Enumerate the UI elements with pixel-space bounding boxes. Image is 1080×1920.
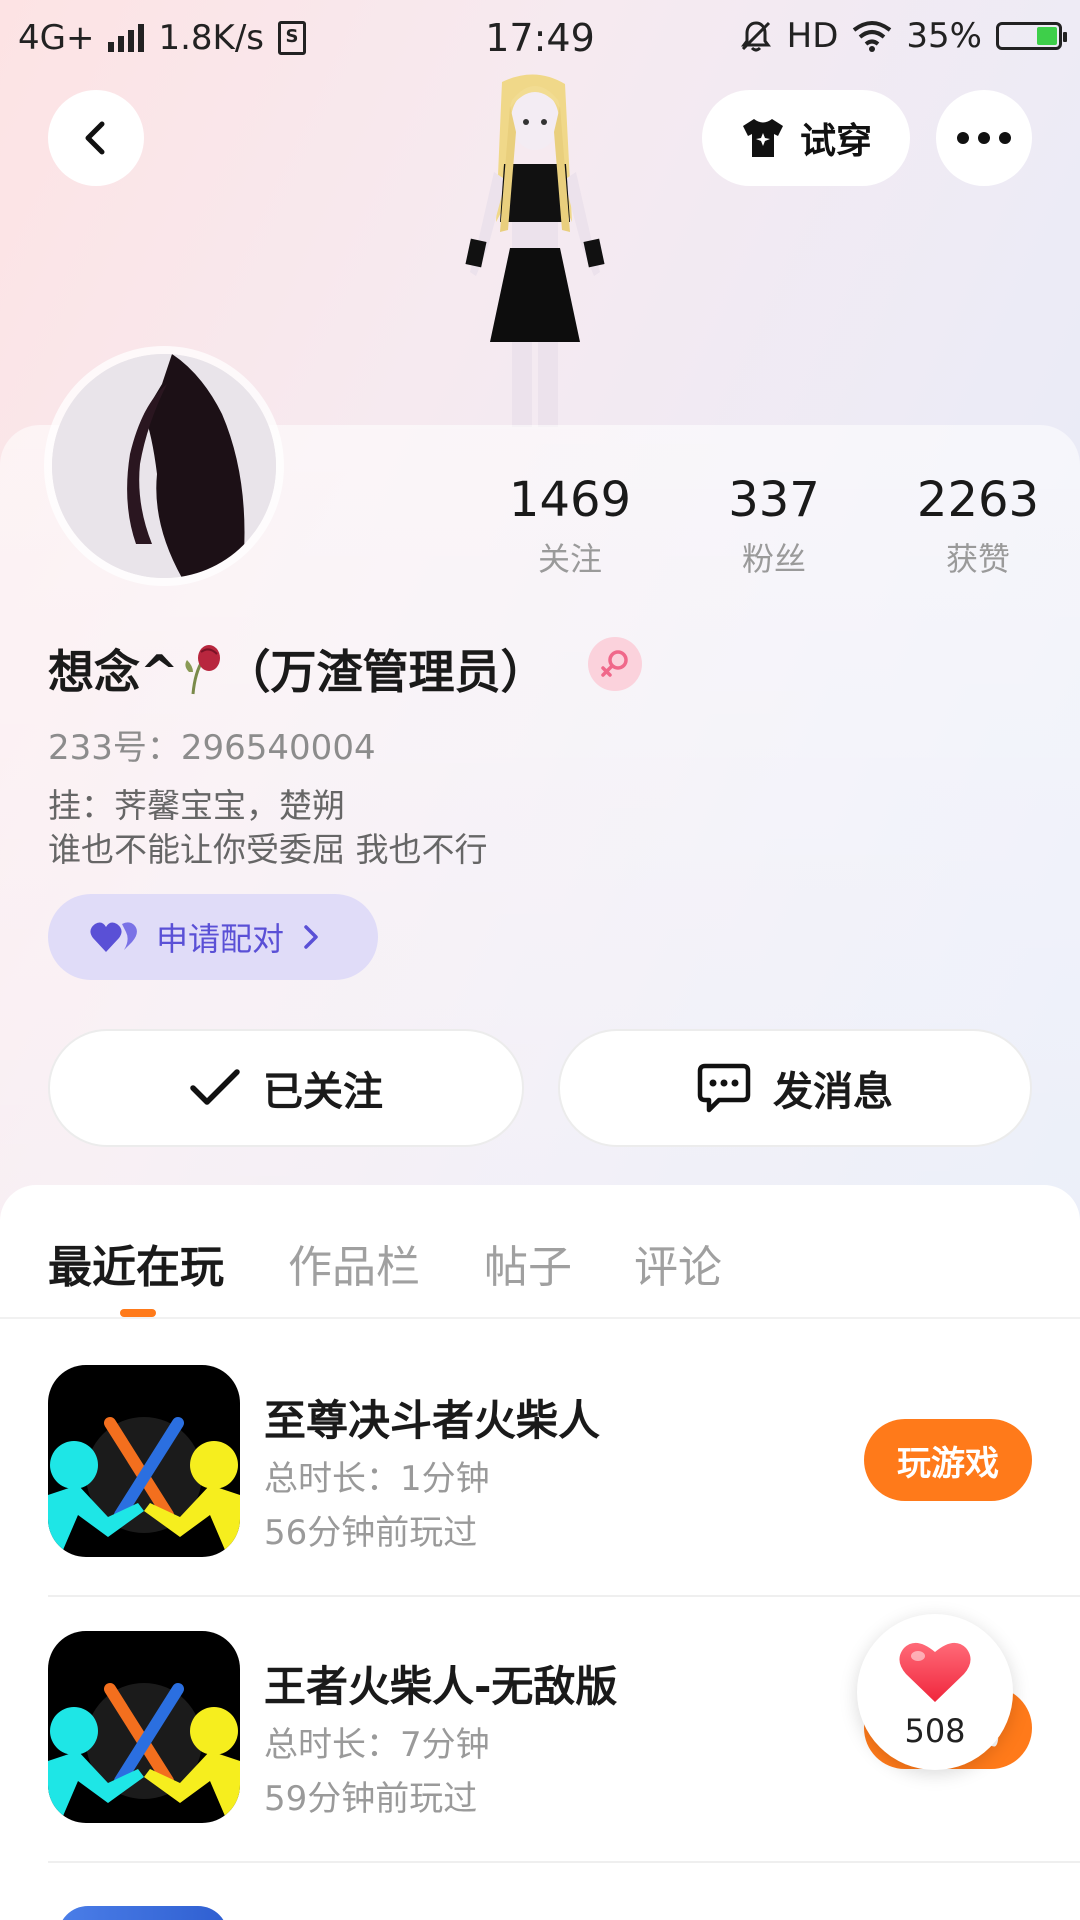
game-icon[interactable] (48, 1365, 240, 1557)
chevron-right-icon (304, 925, 318, 949)
battery-icon (996, 22, 1067, 50)
tshirt-icon (742, 119, 783, 157)
more-dots-icon (957, 132, 1011, 144)
bio-line: 挂：荠馨宝宝，楚朔 (48, 786, 345, 825)
game-title: 至尊决斗者火柴人 (264, 1396, 601, 1445)
game-last-played: 56分钟前玩过 (264, 1513, 478, 1553)
more-button[interactable] (936, 90, 1032, 186)
nickname: 想念^ （万渣管理员） (48, 636, 547, 702)
followed-label: 已关注 (263, 1069, 383, 1115)
content-panel: 最近在玩 作品栏 帖子 评论 至尊决斗者火柴人 总时长：1分钟 56分钟前玩过 … (0, 1185, 1080, 1920)
try-on-label: 试穿 (799, 121, 872, 162)
followed-button[interactable]: 已关注 (48, 1029, 524, 1147)
game-duration: 总时长：1分钟 (264, 1459, 490, 1499)
gender-badge (588, 637, 642, 691)
heart-icon (899, 1642, 971, 1702)
game-row[interactable]: 至尊决斗者火柴人 总时长：1分钟 56分钟前玩过 玩游戏 (48, 1365, 1080, 1631)
profile-screen: 4G+ 1.8K/s S 17:49 HD 35% 试穿 1469 关注 337… (0, 0, 1080, 1920)
stat-followers[interactable]: 337 粉丝 (674, 472, 874, 580)
mute-bell-icon (740, 21, 771, 52)
stat-label: 关注 (537, 540, 602, 578)
chat-bubble-icon (697, 1063, 751, 1113)
nickname-suffix: （万渣管理员） (224, 645, 547, 699)
user-id: 233号：296540004 (48, 728, 376, 768)
tab-comments[interactable]: 评论 (634, 1231, 722, 1295)
send-message-label: 发消息 (773, 1069, 893, 1115)
game-title: 王者火柴人-无敌版 (264, 1662, 618, 1711)
stat-value: 2263 (916, 472, 1040, 528)
send-message-button[interactable]: 发消息 (558, 1029, 1032, 1147)
stat-value: 1469 (508, 472, 632, 528)
back-button[interactable] (48, 90, 144, 186)
bio: 挂：荠馨宝宝，楚朔 谁也不能让你受委屈 我也不行 (48, 784, 488, 872)
stat-likes[interactable]: 2263 获赞 (878, 472, 1078, 580)
stat-label: 获赞 (945, 540, 1010, 578)
battery-fill (1037, 27, 1057, 45)
tab-bar: 最近在玩 作品栏 帖子 评论 (0, 1185, 1080, 1319)
apply-pair-label: 申请配对 (156, 920, 285, 958)
game-duration: 总时长：7分钟 (264, 1725, 490, 1765)
status-bar: 4G+ 1.8K/s S 17:49 HD 35% (0, 0, 1080, 74)
avatar[interactable] (52, 354, 276, 578)
like-button[interactable]: 508 (857, 1614, 1013, 1770)
game-last-played: 59分钟前玩过 (264, 1779, 478, 1819)
stickman-king-icon (48, 1683, 240, 1823)
avatar-3d-figure[interactable] (430, 72, 640, 427)
apply-pair-button[interactable]: 申请配对 (48, 894, 378, 980)
stat-following[interactable]: 1469 关注 (470, 472, 670, 580)
wilted-rose-icon (184, 645, 220, 695)
bio-line: 谁也不能让你受委屈 我也不行 (48, 830, 488, 869)
play-game-button[interactable]: 玩游戏 (864, 1419, 1032, 1501)
hd-indicator: HD (786, 16, 839, 56)
tab-recently-played[interactable]: 最近在玩 (48, 1231, 224, 1295)
female-icon (601, 650, 628, 677)
stat-value: 337 (728, 472, 820, 528)
tab-indicator (120, 1309, 156, 1317)
divider (48, 1861, 1080, 1863)
avatar-image (52, 354, 276, 578)
chevron-left-icon (85, 121, 105, 155)
battery-percent: 35% (906, 16, 982, 56)
heart-pair-icon (90, 922, 137, 952)
nickname-prefix: 想念^ (48, 645, 179, 699)
next-game-icon-peek[interactable] (58, 1906, 228, 1920)
game-icon[interactable] (48, 1631, 240, 1823)
like-count: 508 (904, 1712, 966, 1750)
divider (48, 1595, 1080, 1597)
checkmark-icon (190, 1069, 240, 1105)
tab-posts[interactable]: 帖子 (484, 1231, 572, 1295)
try-on-button[interactable]: 试穿 (702, 90, 910, 186)
stickman-duel-icon (48, 1417, 240, 1557)
wifi-icon (853, 21, 892, 52)
tab-works[interactable]: 作品栏 (288, 1231, 420, 1295)
stat-label: 粉丝 (741, 540, 806, 578)
